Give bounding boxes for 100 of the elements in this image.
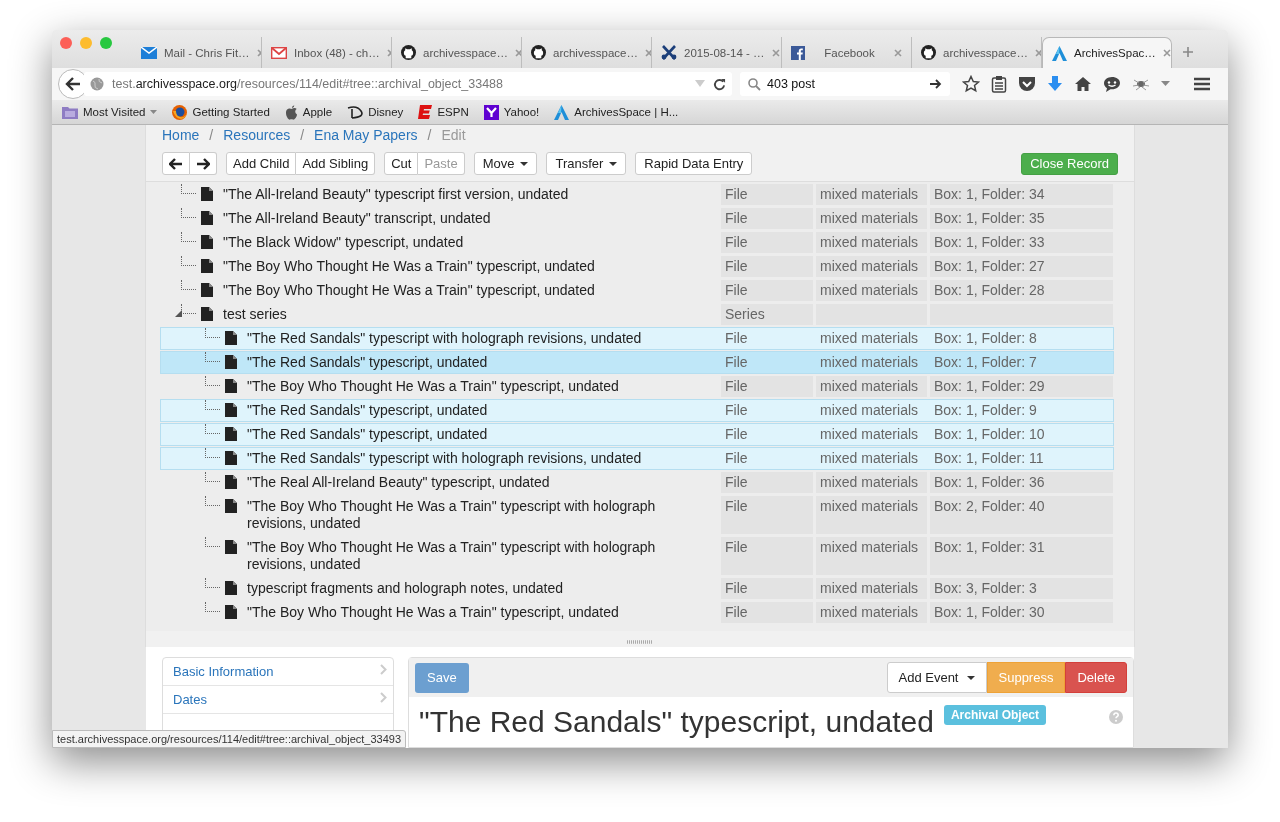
record-title-text: "The Boy Who Thought He Was a Train" typescript, undated — [247, 604, 620, 621]
toolbar-button[interactable]: Add Sibling — [296, 152, 376, 175]
download-icon[interactable] — [1047, 75, 1063, 93]
add-event-button[interactable]: Add Event — [886, 662, 987, 693]
tree-row[interactable]: "The Boy Who Thought He Was a Train" typescript, undated File mixed materials Box: 1, Folder: 28 — [160, 279, 1114, 302]
star-icon[interactable] — [962, 75, 980, 93]
toolbar-button[interactable]: Rapid Data Entry — [635, 152, 753, 175]
close-tab-icon[interactable] — [645, 48, 651, 57]
tree-row[interactable]: "The All-Ireland Beauty" typescript first version, undated File mixed materials Box: 1, Folder: 34 — [160, 183, 1114, 206]
tree-row[interactable]: "The Boy Who Thought He Was a Train" typescript, undated File mixed materials Box: 1, Folder: 30 — [160, 601, 1114, 624]
level-cell: File — [721, 496, 813, 534]
clipboard-icon[interactable] — [991, 75, 1007, 93]
document-icon — [201, 283, 213, 297]
tree-row[interactable]: "The Boy Who Thought He Was a Train" typescript with holograph revisions, undated File mixed materials Box: 2, Folder: 40 — [160, 495, 1114, 535]
container-cell: Box: 1, Folder: 28 — [930, 280, 1113, 301]
dropdown-icon[interactable] — [695, 80, 705, 88]
document-icon — [225, 475, 237, 489]
close-tab-icon[interactable] — [515, 48, 521, 57]
breadcrumb-link[interactable]: Home — [162, 127, 200, 144]
facebook-icon — [791, 45, 805, 60]
search-field[interactable]: 403 post — [740, 72, 950, 96]
dropdown-button[interactable]: Move — [473, 152, 538, 175]
status-url-tooltip: test.archivesspace.org/resources/114/edit#tree::archival_object_33493 — [52, 730, 407, 748]
pocket-icon[interactable] — [1018, 76, 1036, 92]
letter-a-logo-icon — [1052, 45, 1067, 61]
level-cell: File — [721, 602, 813, 623]
container-cell: Box: 1, Folder: 33 — [930, 232, 1113, 253]
extent-cell-text: mixed materials — [819, 425, 920, 444]
bookmark[interactable]: ESPN — [418, 105, 469, 119]
level-cell-text: File — [724, 449, 749, 468]
bookmark[interactable]: ArchivesSpace | H... — [554, 104, 679, 120]
close-tab-icon[interactable] — [386, 48, 391, 57]
dropdown-button[interactable]: Transfer — [546, 152, 627, 175]
level-cell: File — [721, 184, 813, 205]
extent-cell: mixed materials — [816, 256, 927, 277]
apple-icon — [284, 104, 298, 120]
next-button[interactable] — [190, 152, 217, 175]
selected-tree-row[interactable]: "The Red Sandals" typescript, undated File mixed materials Box: 1, Folder: 7 — [160, 351, 1114, 374]
tree-row[interactable]: "The Boy Who Thought He Was a Train" typescript, undated File mixed materials Box: 1, Folder: 29 — [160, 375, 1114, 398]
chat-icon[interactable] — [1103, 75, 1121, 93]
section-link[interactable]: Basic Information — [163, 658, 393, 686]
record-title: "The Red Sandals" typescript, undated — [419, 705, 934, 739]
close-tab-icon[interactable] — [771, 48, 780, 57]
extent-cell: mixed materials — [816, 496, 927, 534]
close-tab-icon[interactable] — [256, 48, 261, 57]
close-tab-icon[interactable] — [1162, 49, 1171, 57]
container-cell: Box: 1, Folder: 27 — [930, 256, 1113, 277]
container-cell-text: Box: 1, Folder: 11 — [933, 449, 1045, 468]
bookmark[interactable]: Apple — [284, 104, 333, 120]
tree-row[interactable]: "The Boy Who Thought He Was a Train" typescript, undated File mixed materials Box: 1, Folder: 27 — [160, 255, 1114, 278]
document-icon — [225, 540, 237, 554]
record-title-text: "The Boy Who Thought He Was a Train" typescript, undated — [223, 258, 596, 275]
zoom-window-icon[interactable] — [100, 37, 112, 49]
previous-button[interactable] — [162, 152, 190, 175]
new-tab-icon[interactable] — [1182, 46, 1194, 58]
resize-handle[interactable] — [627, 640, 653, 644]
tree-row[interactable]: "The Real All-Ireland Beauty" typescript, undated File mixed materials Box: 1, Folder: 36 — [160, 471, 1114, 494]
browser-tab[interactable]: ArchivesSpac… — [1042, 37, 1172, 68]
address-bar[interactable]: test.archivesspace.org/resources/114/edit#tree::archival_object_33488 — [84, 72, 732, 96]
go-arrow-icon[interactable] — [929, 78, 942, 90]
toolbar-button[interactable]: Add Child — [226, 152, 297, 175]
bug-icon[interactable] — [1132, 77, 1150, 91]
selected-tree-row[interactable]: "The Red Sandals" typescript, undated File mixed materials Box: 1, Folder: 9 — [160, 399, 1114, 422]
document-icon — [225, 499, 237, 513]
bookmark-folder[interactable]: Most Visited — [62, 105, 158, 119]
document-icon — [225, 403, 237, 417]
toolbar-button[interactable]: Cut — [384, 152, 419, 175]
breadcrumb-link[interactable]: Ena May Papers — [314, 127, 418, 144]
container-cell: Box: 1, Folder: 35 — [930, 208, 1113, 229]
tree-row[interactable]: "The All-Ireland Beauty" transcript, undated File mixed materials Box: 1, Folder: 35 — [160, 207, 1114, 230]
tree-row[interactable]: test series Series — [160, 303, 1114, 326]
selected-tree-row[interactable]: "The Red Sandals" typescript with holograph revisions, undated File mixed materials Box: 1, Folder: 11 — [160, 447, 1114, 470]
selected-tree-row[interactable]: "The Red Sandals" typescript, undated File mixed materials Box: 1, Folder: 10 — [160, 423, 1114, 446]
home-icon[interactable] — [1074, 76, 1092, 92]
tree-row[interactable]: typescript fragments and holograph notes, undated File mixed materials Box: 3, Folder: 3 — [160, 577, 1114, 600]
close-window-icon[interactable] — [60, 37, 72, 49]
tree-row[interactable]: "The Black Widow" typescript, undated File mixed materials Box: 1, Folder: 33 — [160, 231, 1114, 254]
delete-button[interactable]: Delete — [1065, 662, 1127, 693]
level-cell-text: File — [724, 401, 749, 420]
bookmark[interactable]: Disney — [347, 105, 404, 119]
record-title-text: "The Boy Who Thought He Was a Train" typescript, undated — [223, 282, 596, 299]
breadcrumb-link[interactable]: Resources — [223, 127, 291, 144]
extent-cell-text: mixed materials — [819, 329, 920, 348]
caret-icon[interactable] — [1161, 81, 1170, 87]
extent-cell-text: mixed materials — [819, 401, 920, 420]
bookmark[interactable]: Getting Started — [172, 104, 270, 120]
menu-icon[interactable] — [1193, 77, 1211, 91]
yahoo-logo-icon — [483, 104, 499, 120]
reload-icon[interactable] — [713, 77, 726, 91]
section-link[interactable]: Dates — [163, 686, 393, 714]
document-icon — [201, 259, 213, 273]
collapse-icon[interactable] — [175, 310, 182, 317]
bookmark[interactable]: Yahoo! — [483, 104, 540, 120]
close-tab-icon[interactable] — [1035, 48, 1041, 57]
record-title-text: "The Real All-Ireland Beauty" typescript, undated — [247, 474, 551, 491]
tree-row[interactable]: "The Boy Who Thought He Was a Train" typescript with holograph revisions, undated File mixed materials Box: 1, Folder: 31 — [160, 536, 1114, 576]
close-tab-icon[interactable] — [894, 48, 902, 57]
help-icon[interactable] — [1109, 710, 1123, 724]
selected-tree-row[interactable]: "The Red Sandals" typescript with holograph revisions, undated File mixed materials Box: 1, Folder: 8 — [160, 327, 1114, 350]
container-cell: Box: 1, Folder: 36 — [930, 472, 1113, 493]
